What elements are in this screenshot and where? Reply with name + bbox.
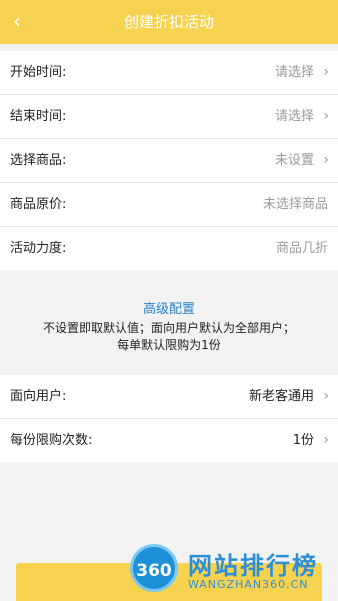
advanced-line-2: 每单默认限购为1份 (117, 338, 221, 352)
original-price-label: 商品原价: (10, 197, 67, 212)
select-product-row[interactable]: 选择商品: 未设置 › (0, 139, 338, 183)
end-time-value: 请选择 (274, 109, 314, 124)
form-top-panel: 开始时间: 请选择 › 结束时间: 请选择 › 选择商品: 未设置 › 商品原价… (0, 51, 338, 270)
watermark-domain: WANGZHAN360.CN (188, 578, 309, 591)
original-price-row: 商品原价: 未选择商品 (0, 183, 338, 227)
chevron-right-icon: › (323, 388, 329, 404)
select-product-label: 选择商品: (10, 153, 67, 168)
target-users-row[interactable]: 面向用户: 新老客通用 › (0, 375, 338, 419)
discount-label: 活动力度: (10, 241, 67, 256)
watermark-name: 网站排行榜 (188, 552, 318, 580)
form-bottom-panel: 面向用户: 新老客通用 › 每份限购次数: 1份 › (0, 375, 338, 462)
watermark-badge: 360 (130, 544, 178, 592)
discount-value: 商品几折 (275, 241, 328, 256)
chevron-right-icon: › (323, 108, 329, 124)
chevron-right-icon: › (323, 64, 329, 80)
target-users-label: 面向用户: (10, 389, 67, 404)
purchase-limit-label: 每份限购次数: (10, 433, 93, 448)
chevron-right-icon: › (323, 152, 329, 168)
start-time-label: 开始时间: (10, 65, 67, 80)
purchase-limit-value: 1份 (292, 433, 314, 448)
advanced-line-1: 不设置即取默认值；面向用户默认为全部用户； (42, 321, 295, 335)
watermark-logo: 360 网站排行榜 WANGZHAN360.CN (130, 544, 338, 601)
page-title: 创建折扣活动 (123, 13, 214, 31)
advanced-settings-note: 高级配置 不设置即取默认值；面向用户默认为全部用户； 每单默认限购为1份 (0, 290, 338, 370)
end-time-row[interactable]: 结束时间: 请选择 › (0, 95, 338, 139)
end-time-label: 结束时间: (10, 109, 67, 124)
original-price-value: 未选择商品 (262, 197, 328, 212)
advanced-heading: 高级配置 (142, 302, 195, 317)
discount-row[interactable]: 活动力度: 商品几折 (0, 227, 338, 270)
select-product-value: 未设置 (274, 153, 314, 168)
header-bar: ‹ 创建折扣活动 (0, 0, 338, 44)
purchase-limit-row[interactable]: 每份限购次数: 1份 › (0, 419, 338, 462)
chevron-right-icon: › (323, 432, 329, 448)
start-time-value: 请选择 (274, 65, 314, 80)
target-users-value: 新老客通用 (248, 389, 314, 404)
start-time-row[interactable]: 开始时间: 请选择 › (0, 51, 338, 95)
